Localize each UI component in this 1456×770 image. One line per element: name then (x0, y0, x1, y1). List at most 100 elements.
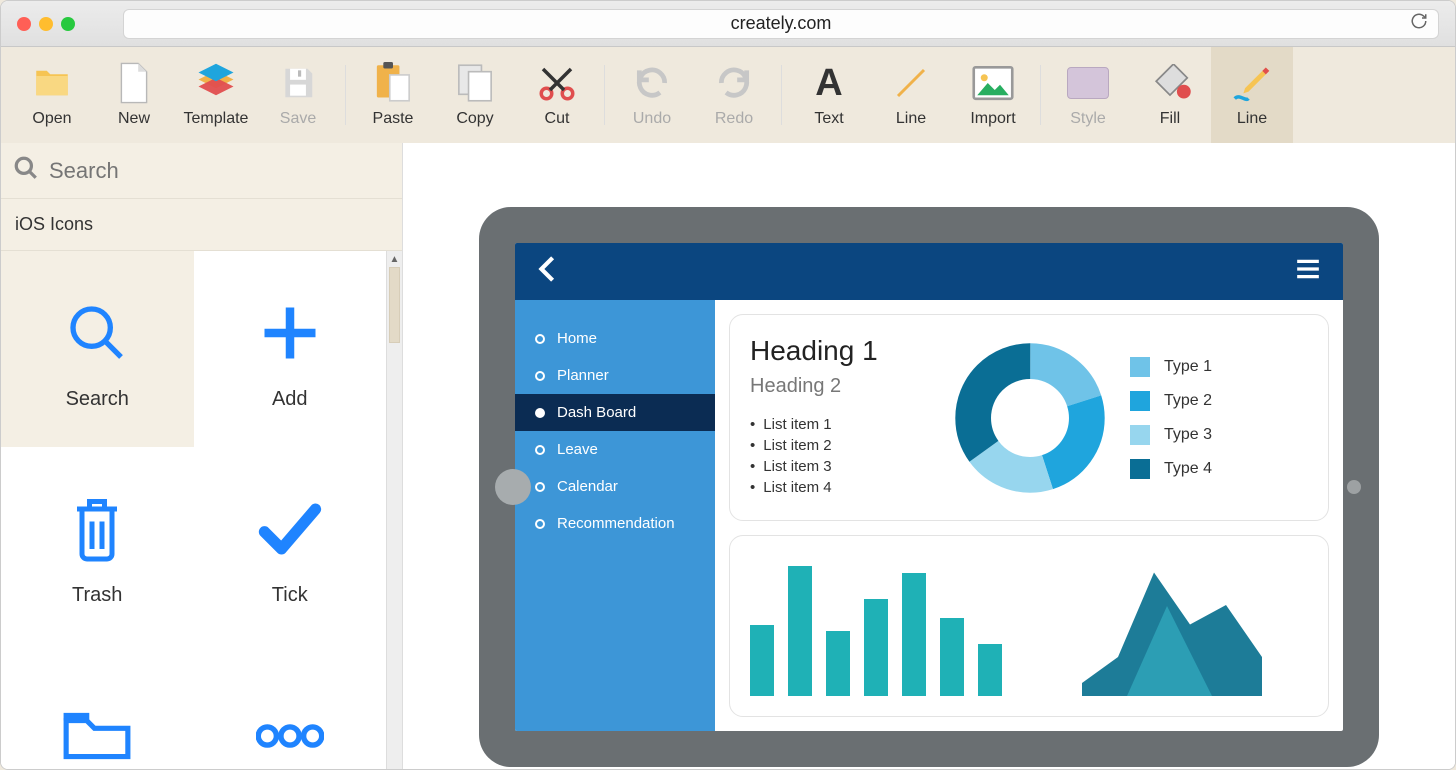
list-item: List item 2 (750, 437, 930, 454)
donut-chart (930, 335, 1130, 500)
menu-icon[interactable] (1295, 258, 1321, 285)
save-icon (277, 62, 319, 104)
browser-window: creately.com Open New Template Save Past… (0, 0, 1456, 770)
style-label: Style (1070, 110, 1106, 128)
card-charts (729, 535, 1329, 717)
area-chart (1082, 566, 1262, 696)
redo-label: Redo (715, 110, 753, 128)
save-label: Save (280, 110, 316, 128)
text-tool-button[interactable]: A Text (788, 47, 870, 143)
bullet-icon (535, 334, 545, 344)
back-icon[interactable] (537, 255, 557, 288)
text-label: Text (814, 110, 843, 128)
pencil-icon (1231, 62, 1273, 104)
undo-button[interactable]: Undo (611, 47, 693, 143)
card-summary: Heading 1 Heading 2 List item 1List item… (729, 314, 1329, 521)
app-topbar (515, 243, 1343, 300)
search-row (1, 143, 402, 199)
legend-label: Type 4 (1164, 460, 1212, 478)
canvas[interactable]: Home Planner Dash Board LeaveCalendarRecomm… (403, 143, 1455, 769)
copy-icon (454, 62, 496, 104)
list: List item 1List item 2List item 3List it… (750, 416, 930, 496)
import-button[interactable]: Import (952, 47, 1034, 143)
paste-button[interactable]: Paste (352, 47, 434, 143)
open-button[interactable]: Open (11, 47, 93, 143)
text-icon: A (808, 62, 850, 104)
scroll-thumb[interactable] (389, 267, 400, 343)
legend-label: Type 3 (1164, 426, 1212, 444)
layers-icon (195, 62, 237, 104)
heading1: Heading 1 (750, 335, 930, 367)
line-style-button[interactable]: Line (1211, 47, 1293, 143)
toolbar: Open New Template Save Paste Copy Cut (1, 47, 1455, 143)
menu-item[interactable]: Home (515, 320, 715, 357)
menu-item[interactable]: Dash Board (515, 394, 715, 431)
list-item: List item 3 (750, 458, 930, 475)
shape-trash[interactable]: Trash (1, 447, 194, 643)
legend: Type 1 Type 2 Type 3 Type 4 (1130, 335, 1260, 500)
shape-label: Trash (72, 584, 122, 607)
legend-item: Type 2 (1130, 391, 1260, 411)
template-button[interactable]: Template (175, 47, 257, 143)
menu-item[interactable]: Planner (515, 357, 715, 394)
toolbar-separator (345, 65, 346, 125)
copy-button[interactable]: Copy (434, 47, 516, 143)
new-button[interactable]: New (93, 47, 175, 143)
shapes-grid: Search Add Trash Tick (1, 251, 402, 769)
toolbar-separator (781, 65, 782, 125)
line-tool-button[interactable]: Line (870, 47, 952, 143)
close-window-icon[interactable] (17, 17, 31, 31)
scroll-up-icon[interactable]: ▲ (387, 251, 402, 267)
address-bar[interactable]: creately.com (123, 9, 1439, 39)
shape-search[interactable]: Search (1, 251, 194, 447)
shape-tick[interactable]: Tick (194, 447, 387, 643)
save-button[interactable]: Save (257, 47, 339, 143)
minimize-window-icon[interactable] (39, 17, 53, 31)
cut-button[interactable]: Cut (516, 47, 598, 143)
style-button[interactable]: Style (1047, 47, 1129, 143)
shape-add[interactable]: Add (194, 251, 387, 447)
home-button-icon (495, 469, 531, 505)
menu-item[interactable]: Leave (515, 431, 715, 468)
shape-more-icon (256, 691, 324, 769)
bar (978, 644, 1002, 696)
new-label: New (118, 110, 150, 128)
paste-icon (372, 62, 414, 104)
toolbar-separator (1040, 65, 1041, 125)
menu-label: Dash Board (557, 404, 636, 421)
fill-button[interactable]: Fill (1129, 47, 1211, 143)
check-shape-icon (256, 484, 324, 574)
shape-label: Tick (272, 584, 308, 607)
shape-more[interactable] (194, 643, 387, 769)
plus-shape-icon (256, 288, 324, 378)
reload-icon[interactable] (1410, 12, 1428, 35)
trash-shape-icon (66, 484, 128, 574)
main-area: iOS Icons Search Add Trash Tick (1, 143, 1455, 769)
redo-icon (713, 62, 755, 104)
titlebar: creately.com (1, 1, 1455, 47)
screen: Home Planner Dash Board LeaveCalendarRecomm… (515, 243, 1343, 731)
category-header[interactable]: iOS Icons (1, 199, 402, 251)
copy-label: Copy (456, 110, 493, 128)
shape-folder[interactable] (1, 643, 194, 769)
menu-item[interactable]: Recommendation (515, 505, 715, 542)
search-input[interactable] (49, 158, 390, 184)
toolbar-separator (604, 65, 605, 125)
line-label: Line (896, 110, 926, 128)
page-icon (113, 62, 155, 104)
menu-label: Home (557, 330, 597, 347)
bar (750, 625, 774, 697)
redo-button[interactable]: Redo (693, 47, 775, 143)
tablet-mockup[interactable]: Home Planner Dash Board LeaveCalendarRecomm… (479, 207, 1379, 767)
legend-item: Type 1 (1130, 357, 1260, 377)
scrollbar[interactable]: ▲ (386, 251, 402, 769)
legend-swatch-icon (1130, 425, 1150, 445)
bar (864, 599, 888, 697)
menu-item[interactable]: Calendar (515, 468, 715, 505)
paste-label: Paste (373, 110, 414, 128)
shapes-sidebar: iOS Icons Search Add Trash Tick (1, 143, 403, 769)
search-shape-icon (65, 288, 129, 378)
maximize-window-icon[interactable] (61, 17, 75, 31)
bullet-icon (535, 519, 545, 529)
content: Heading 1 Heading 2 List item 1List item… (715, 300, 1343, 731)
